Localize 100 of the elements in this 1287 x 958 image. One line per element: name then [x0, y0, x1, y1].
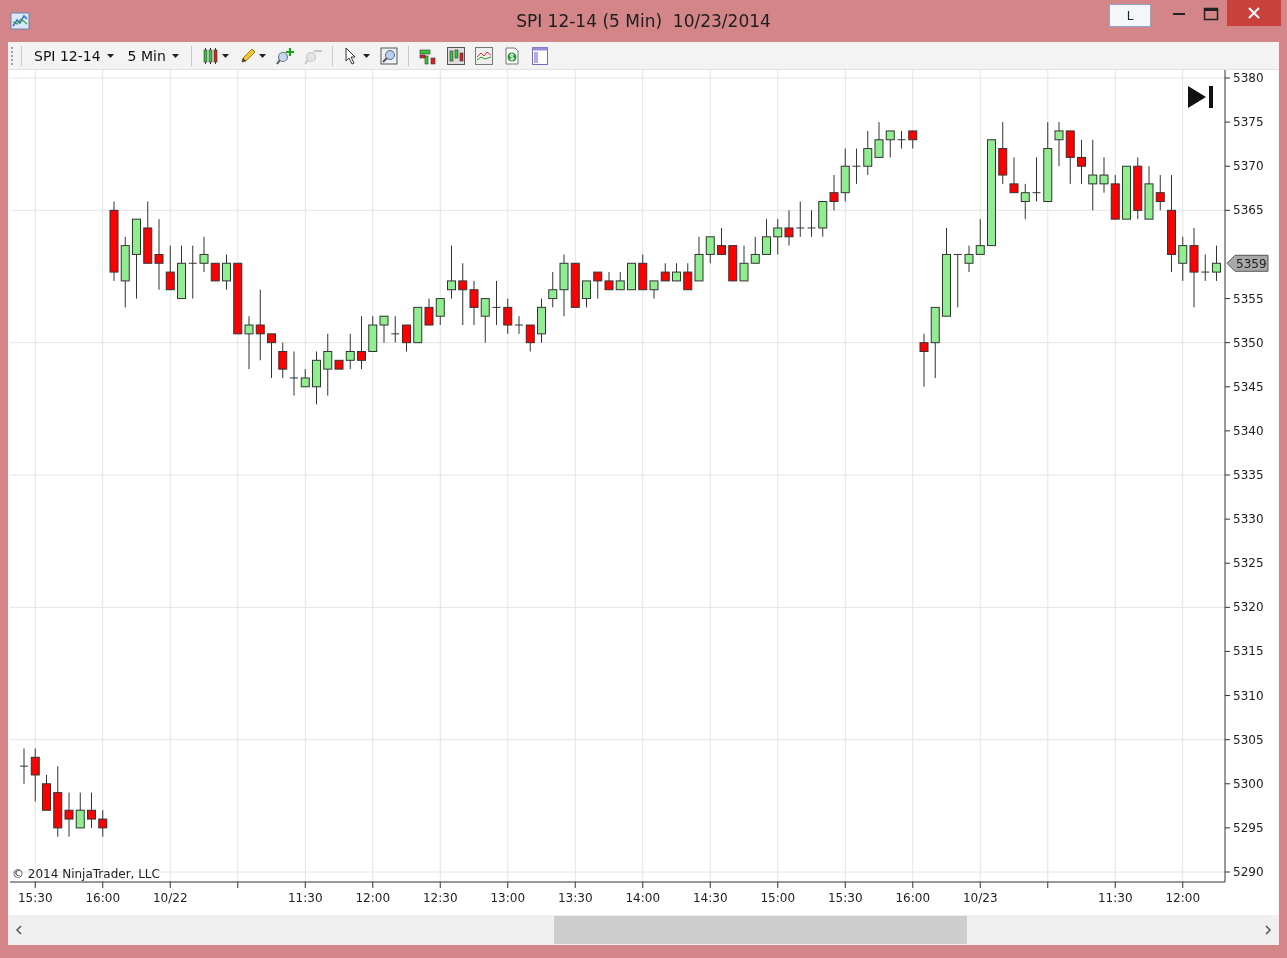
axis-label: 10/23	[962, 891, 998, 905]
window-panel-icon	[530, 46, 549, 65]
axis-label: 5375	[1233, 115, 1264, 130]
axis-label: 10/22	[152, 891, 188, 905]
candlestick	[402, 324, 411, 352]
candlestick	[424, 298, 434, 326]
zoom-box-icon	[379, 46, 398, 65]
scrollbar-thumb[interactable]	[554, 916, 967, 944]
minimize-icon	[1173, 13, 1185, 15]
candlestick	[852, 148, 861, 185]
candlestick	[255, 289, 265, 361]
axis-label: 15:30	[17, 891, 53, 905]
candlestick	[469, 280, 479, 326]
axis-label: 5290	[1233, 865, 1264, 879]
candlestick	[728, 245, 738, 282]
axis-label: 5300	[1233, 776, 1264, 791]
axis-label: 12:30	[422, 891, 458, 905]
candlestick	[784, 209, 794, 247]
caret-icon	[106, 53, 114, 58]
candlestick	[863, 130, 873, 176]
magnifier-plus-icon	[275, 46, 294, 65]
candlestick	[807, 209, 816, 238]
axis-label: 14:30	[692, 891, 728, 905]
candlestick	[885, 130, 895, 158]
candlestick	[312, 351, 321, 405]
close-button[interactable]	[1227, 0, 1281, 26]
toolbar-dropdown[interactable]: 5 Min	[122, 47, 184, 64]
candlestick	[1032, 156, 1041, 202]
toolbar-grip[interactable]	[10, 45, 14, 66]
axis-label: 16:00	[85, 891, 121, 905]
candlestick	[818, 201, 828, 238]
candlestick	[435, 298, 445, 326]
pencil-icon	[238, 46, 257, 65]
caret-icon	[171, 53, 179, 58]
axis-label: 5380	[1233, 71, 1264, 85]
candlestick	[244, 315, 254, 370]
candlestick	[582, 280, 591, 308]
candlestick	[717, 227, 726, 255]
chevron-left-icon	[14, 924, 24, 936]
candlestick	[177, 245, 186, 300]
candlestick	[492, 280, 501, 326]
axis-label: 13:30	[557, 891, 593, 905]
axis-label: 11:30	[1097, 891, 1133, 905]
candlestick	[1077, 139, 1086, 185]
axis-label: 5335	[1233, 468, 1264, 482]
toolbar-dropdown[interactable]: SPI 12-14	[29, 47, 119, 64]
framed-candlestick-icon	[446, 46, 465, 65]
axis-label: 16:00	[895, 891, 931, 905]
price-marker: 5359	[1226, 254, 1269, 272]
candlestick	[458, 262, 468, 326]
candlestick	[357, 315, 366, 370]
candlestick	[1065, 130, 1075, 185]
candlestick	[762, 218, 771, 255]
candlestick	[143, 201, 153, 264]
candlestick	[739, 245, 749, 282]
axis-label: 15:30	[827, 891, 863, 905]
axis-label: 5325	[1233, 556, 1264, 571]
axis-label: 5330	[1233, 512, 1264, 527]
candlestick	[222, 253, 231, 291]
candlestick	[42, 774, 51, 811]
axis-label: 5340	[1233, 423, 1264, 438]
candlestick	[447, 245, 456, 300]
axis-label: 5345	[1233, 379, 1264, 394]
axis-label: 13:00	[490, 891, 526, 905]
link-button[interactable]: L	[1109, 4, 1151, 27]
axis-label: 12:00	[355, 891, 391, 905]
candlestick	[278, 342, 288, 379]
copyright-text: © 2014 NinjaTrader, LLC	[12, 867, 160, 881]
candlestick	[390, 315, 400, 344]
document-coin-icon	[502, 46, 521, 65]
candlestick	[1110, 174, 1120, 220]
candlestick	[750, 236, 760, 264]
candlestick	[627, 262, 636, 291]
candlestick	[874, 121, 884, 158]
axis-label: 11:30	[287, 891, 323, 905]
candlestick	[413, 306, 423, 344]
candlestick	[368, 315, 378, 352]
candlestick	[1212, 245, 1221, 282]
axis-label: 5370	[1233, 159, 1264, 174]
candlestick	[525, 324, 535, 352]
candlestick	[795, 201, 805, 238]
line-chart-icon	[474, 46, 493, 65]
chart-app-icon	[10, 12, 30, 30]
axis-label: 5295	[1233, 820, 1264, 835]
candlestick	[908, 130, 918, 150]
axis-label: 5305	[1233, 732, 1264, 747]
axis-label: 5365	[1233, 203, 1264, 218]
candlestick	[379, 315, 389, 344]
candlestick	[570, 262, 580, 308]
candlestick	[897, 130, 906, 150]
candlestick	[615, 271, 625, 291]
axis-label: 5320	[1233, 600, 1264, 615]
candlestick	[480, 298, 490, 344]
skip-to-end-icon[interactable]	[1188, 86, 1213, 108]
candlestick	[919, 333, 929, 388]
candlestick	[1122, 165, 1131, 220]
candlestick	[75, 792, 85, 829]
candlestick	[773, 218, 783, 255]
candlestick	[537, 298, 546, 344]
candlestick	[672, 262, 681, 282]
